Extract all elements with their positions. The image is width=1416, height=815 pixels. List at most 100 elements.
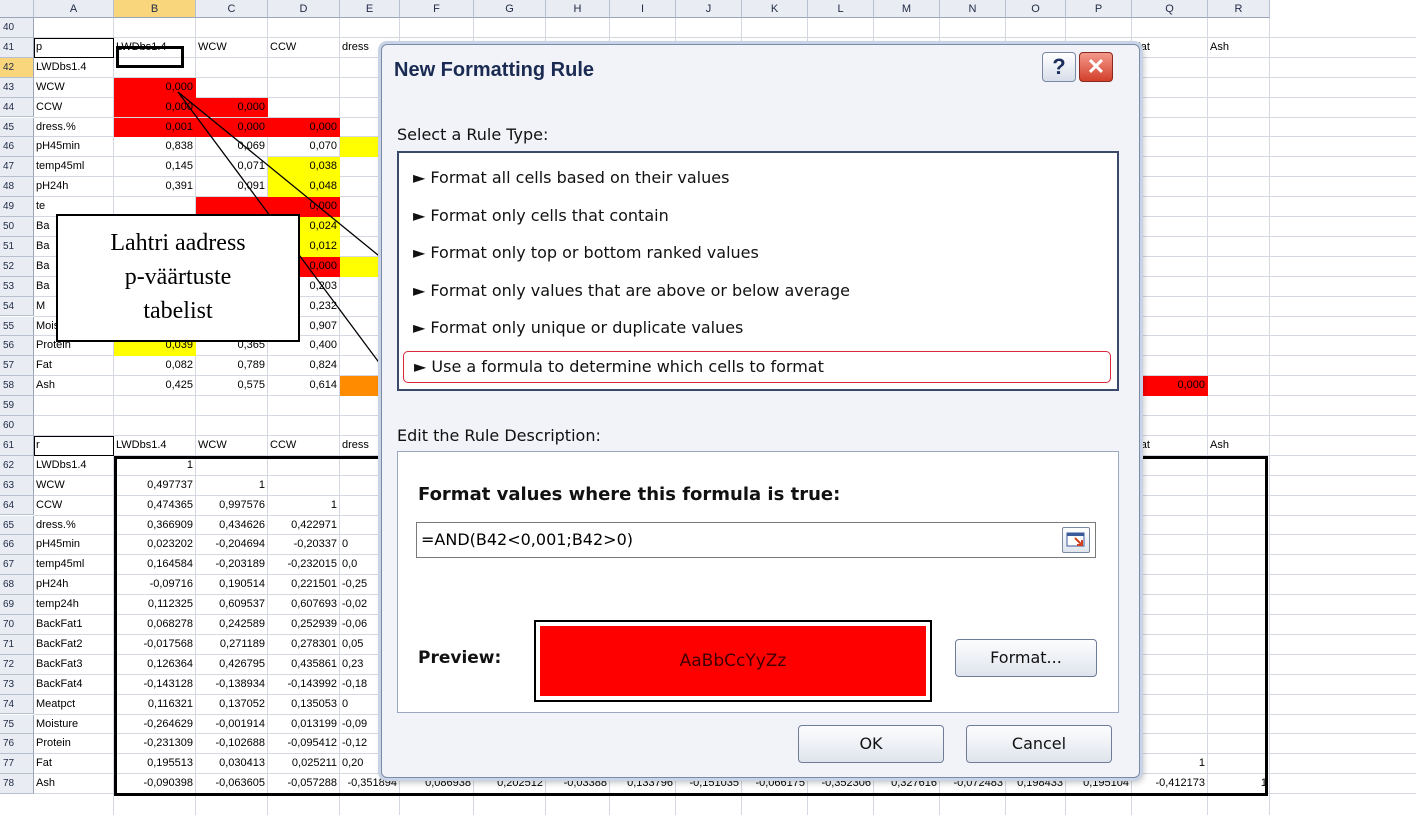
- row-header-49[interactable]: 49: [0, 197, 34, 217]
- row-header-43[interactable]: 43: [0, 77, 34, 98]
- cell-c47[interactable]: 0,071: [196, 157, 268, 177]
- select-all-corner[interactable]: [0, 0, 34, 18]
- cell-b48[interactable]: 0,391: [114, 177, 196, 197]
- row-header-47[interactable]: 47: [0, 157, 34, 178]
- cell-b58[interactable]: 0,425: [114, 376, 196, 396]
- cell-a62[interactable]: LWDbs1.4: [34, 456, 114, 476]
- row-header-41[interactable]: 41: [0, 37, 34, 58]
- cell-b47[interactable]: 0,145: [114, 157, 196, 177]
- column-header-o[interactable]: O: [1006, 0, 1066, 18]
- row-header-60[interactable]: 60: [0, 416, 34, 436]
- cell-c45[interactable]: 0,000: [196, 118, 268, 138]
- row-header-48[interactable]: 48: [0, 177, 34, 198]
- row-header-52[interactable]: 52: [0, 256, 34, 277]
- cell-b45[interactable]: 0,001: [114, 118, 196, 138]
- row-header-58[interactable]: 58: [0, 376, 34, 397]
- cell-a66[interactable]: pH45min: [34, 535, 114, 555]
- row-header-78[interactable]: 78: [0, 774, 34, 795]
- cell-c41[interactable]: WCW: [196, 38, 268, 58]
- row-header-62[interactable]: 62: [0, 455, 34, 476]
- cell-a57[interactable]: Fat: [34, 356, 114, 376]
- column-header-k[interactable]: K: [742, 0, 808, 18]
- row-header-67[interactable]: 67: [0, 555, 34, 576]
- cell-d41[interactable]: CCW: [268, 38, 340, 58]
- cell-c46[interactable]: 0,069: [196, 137, 268, 157]
- ok-button[interactable]: OK: [798, 725, 944, 763]
- cell-a42[interactable]: LWDbs1.4: [34, 58, 114, 78]
- rule-type-option[interactable]: ► Format all cells based on their values: [403, 163, 1111, 195]
- cell-a76[interactable]: Protein: [34, 734, 114, 754]
- row-header-65[interactable]: 65: [0, 515, 34, 536]
- row-header-70[interactable]: 70: [0, 615, 34, 635]
- cell-a67[interactable]: temp45ml: [34, 555, 114, 575]
- cell-a69[interactable]: temp24h: [34, 595, 114, 615]
- cell-c58[interactable]: 0,575: [196, 376, 268, 396]
- row-header-77[interactable]: 77: [0, 754, 34, 775]
- cell-a65[interactable]: dress.%: [34, 516, 114, 536]
- cell-b44[interactable]: 0,000: [114, 98, 196, 118]
- row-header-63[interactable]: 63: [0, 475, 34, 496]
- cell-a58[interactable]: Ash: [34, 376, 114, 396]
- column-header-b[interactable]: B: [114, 0, 196, 18]
- active-cell-b42[interactable]: [116, 45, 184, 68]
- row-header-74[interactable]: 74: [0, 694, 34, 715]
- row-header-53[interactable]: 53: [0, 276, 34, 297]
- column-header-c[interactable]: C: [196, 0, 268, 18]
- row-header-42[interactable]: 42: [0, 57, 34, 78]
- cell-b57[interactable]: 0,082: [114, 356, 196, 376]
- column-header-j[interactable]: J: [676, 0, 742, 18]
- column-header-i[interactable]: I: [610, 0, 676, 18]
- cell-a64[interactable]: CCW: [34, 496, 114, 516]
- cell-d48[interactable]: 0,048: [268, 177, 340, 197]
- cell-a74[interactable]: Meatpct: [34, 695, 114, 715]
- rule-type-option[interactable]: ► Format only cells that contain: [403, 201, 1111, 233]
- cell-a72[interactable]: BackFat3: [34, 655, 114, 675]
- column-header-a[interactable]: A: [34, 0, 114, 18]
- cell-b46[interactable]: 0,838: [114, 137, 196, 157]
- row-header-73[interactable]: 73: [0, 674, 34, 695]
- cell-d61[interactable]: CCW: [268, 436, 340, 456]
- cell-a46[interactable]: pH45min: [34, 137, 114, 157]
- cell-a48[interactable]: pH24h: [34, 177, 114, 197]
- row-header-69[interactable]: 69: [0, 595, 34, 615]
- cell-a68[interactable]: pH24h: [34, 575, 114, 595]
- cell-r41[interactable]: Ash: [1208, 38, 1270, 58]
- column-header-f[interactable]: F: [400, 0, 474, 18]
- row-header-61[interactable]: 61: [0, 435, 34, 456]
- cell-a75[interactable]: Moisture: [34, 715, 114, 735]
- cell-a43[interactable]: WCW: [34, 78, 114, 98]
- format-button[interactable]: Format...: [955, 639, 1097, 677]
- row-header-40[interactable]: 40: [0, 18, 34, 38]
- column-header-q[interactable]: Q: [1132, 0, 1208, 18]
- row-header-55[interactable]: 55: [0, 316, 34, 337]
- rule-type-list[interactable]: ► Format all cells based on their values…: [397, 151, 1119, 391]
- row-header-46[interactable]: 46: [0, 137, 34, 158]
- column-header-g[interactable]: G: [474, 0, 546, 18]
- rule-type-option[interactable]: ► Format only unique or duplicate values: [403, 313, 1111, 345]
- collapse-dialog-icon[interactable]: [1062, 527, 1090, 553]
- cell-q61[interactable]: Fat: [1132, 436, 1208, 456]
- cell-a47[interactable]: temp45ml: [34, 157, 114, 177]
- cell-d46[interactable]: 0,070: [268, 137, 340, 157]
- rule-type-option[interactable]: ► Format only values that are above or b…: [403, 276, 1111, 308]
- cell-d45[interactable]: 0,000: [268, 118, 340, 138]
- column-header-l[interactable]: L: [808, 0, 874, 18]
- row-header-75[interactable]: 75: [0, 714, 34, 735]
- cell-c61[interactable]: WCW: [196, 436, 268, 456]
- cell-a70[interactable]: BackFat1: [34, 615, 114, 635]
- close-button[interactable]: ✕: [1079, 52, 1113, 82]
- cell-d58[interactable]: 0,614: [268, 376, 340, 396]
- row-header-64[interactable]: 64: [0, 495, 34, 516]
- cell-c57[interactable]: 0,789: [196, 356, 268, 376]
- cell-q41[interactable]: Fat: [1132, 38, 1208, 58]
- cell-a78[interactable]: Ash: [34, 774, 114, 794]
- row-header-44[interactable]: 44: [0, 97, 34, 118]
- row-header-57[interactable]: 57: [0, 356, 34, 377]
- formula-input[interactable]: =AND(B42<0,001;B42>0): [416, 522, 1096, 558]
- cell-a71[interactable]: BackFat2: [34, 635, 114, 655]
- cell-q58[interactable]: 0,000: [1132, 376, 1208, 396]
- column-header-r[interactable]: R: [1208, 0, 1270, 18]
- rule-type-option[interactable]: ► Format only top or bottom ranked value…: [403, 238, 1111, 270]
- row-header-66[interactable]: 66: [0, 535, 34, 556]
- row-header-72[interactable]: 72: [0, 654, 34, 675]
